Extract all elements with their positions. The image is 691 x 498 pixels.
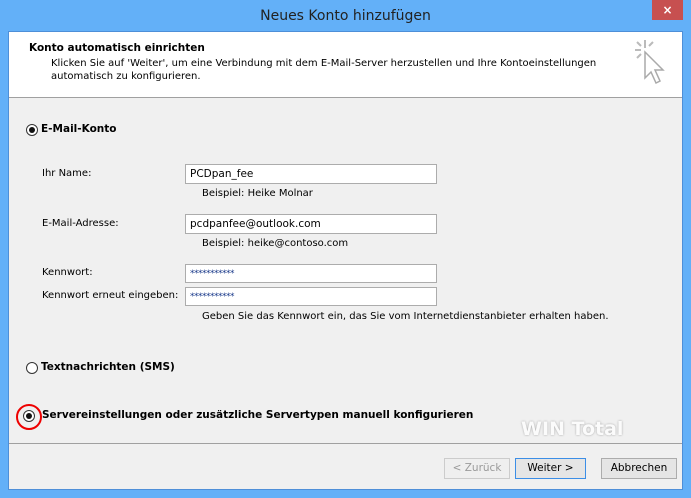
cancel-button[interactable]: Abbrechen	[601, 458, 677, 479]
close-button[interactable]: ×	[652, 0, 683, 20]
header-panel: Konto automatisch einrichten Klicken Sie…	[9, 32, 682, 98]
email-account-radio[interactable]	[26, 124, 38, 136]
password-hint: Geben Sie das Kennwort ein, das Sie vom …	[202, 311, 609, 322]
name-input[interactable]: PCDpan_fee	[185, 164, 437, 184]
manual-config-radio[interactable]	[23, 410, 35, 422]
dialog-client: Konto automatisch einrichten Klicken Sie…	[8, 31, 683, 490]
email-label: E-Mail-Adresse:	[42, 218, 119, 229]
manual-config-label: Servereinstellungen oder zusätzliche Ser…	[42, 409, 474, 421]
email-account-label: E-Mail-Konto	[41, 123, 117, 135]
password-label: Kennwort:	[42, 267, 93, 278]
watermark-logo: WIN Total	[521, 418, 624, 440]
email-hint: Beispiel: heike@contoso.com	[202, 238, 349, 249]
sms-radio[interactable]	[26, 362, 38, 374]
header-title: Konto automatisch einrichten	[29, 42, 205, 54]
password-repeat-label: Kennwort erneut eingeben:	[42, 290, 179, 301]
password-repeat-input[interactable]: ***********	[185, 287, 437, 306]
footer-divider	[9, 443, 682, 444]
header-description: Klicken Sie auf 'Weiter', um eine Verbin…	[51, 58, 597, 82]
email-input[interactable]: pcdpanfee@outlook.com	[185, 214, 437, 234]
sms-label: Textnachrichten (SMS)	[41, 361, 175, 373]
next-button[interactable]: Weiter >	[515, 458, 586, 479]
window-title: Neues Konto hinzufügen	[260, 8, 431, 24]
cursor-sparkle-icon	[635, 40, 665, 85]
name-label: Ihr Name:	[42, 168, 92, 179]
back-button[interactable]: < Zurück	[444, 458, 510, 479]
name-hint: Beispiel: Heike Molnar	[202, 188, 313, 199]
password-input[interactable]: ***********	[185, 264, 437, 283]
